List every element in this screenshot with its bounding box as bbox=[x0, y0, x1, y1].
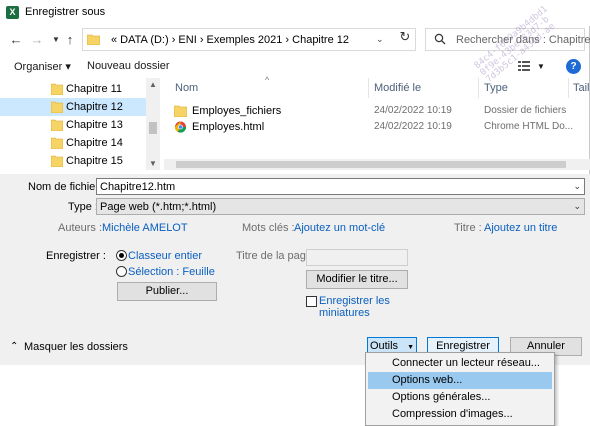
save-options-panel: Nom de fichier : Chapitre12.htm ⌄ Type :… bbox=[0, 174, 590, 365]
filename-label: Nom de fichier : bbox=[28, 181, 106, 193]
file-name: Employes.html bbox=[192, 121, 265, 133]
search-icon bbox=[434, 33, 446, 45]
file-name: Employes_fichiers bbox=[192, 105, 282, 117]
authors-value[interactable]: Michèle AMELOT bbox=[102, 222, 188, 234]
folder-icon bbox=[87, 34, 100, 45]
column-header-name[interactable]: Nom bbox=[175, 82, 198, 94]
organize-button[interactable]: Organiser ▾ bbox=[14, 60, 71, 73]
tree-item-chapitre-12[interactable]: Chapitre 12 bbox=[0, 98, 146, 116]
radio-selection-label[interactable]: Sélection : Feuille bbox=[128, 266, 215, 278]
menu-item-map-network-drive[interactable]: Connecter un lecteur réseau... bbox=[368, 355, 552, 372]
page-title-field[interactable] bbox=[306, 249, 408, 266]
type-label: Type : bbox=[68, 201, 98, 213]
sort-ascending-icon: ^ bbox=[265, 75, 270, 85]
folder-icon bbox=[51, 119, 63, 131]
title-bar: X Enregistrer sous bbox=[0, 0, 590, 26]
folder-tree: Chapitre 11 Chapitre 12 Chapitre 13 Chap… bbox=[0, 78, 160, 170]
refresh-icon[interactable]: ↻ bbox=[394, 26, 416, 48]
excel-icon: X bbox=[6, 6, 19, 19]
tree-scrollbar[interactable]: ▲ ▼ bbox=[146, 78, 160, 170]
chevron-down-icon: ▼ bbox=[407, 344, 415, 351]
file-row[interactable]: Employes.html 24/02/2022 10:19 Chrome HT… bbox=[164, 119, 590, 136]
tree-item-chapitre-14[interactable]: Chapitre 14 bbox=[0, 134, 146, 152]
column-header-size[interactable]: Tail bbox=[573, 82, 590, 94]
menu-item-compress-pictures[interactable]: Compression d'images... bbox=[368, 406, 552, 423]
authors-label: Auteurs : bbox=[58, 222, 103, 234]
file-modified: 24/02/2022 10:19 bbox=[374, 105, 452, 116]
scroll-up-icon[interactable]: ▲ bbox=[149, 80, 157, 89]
tree-item-chapitre-13[interactable]: Chapitre 13 bbox=[0, 116, 146, 134]
menu-item-label: Connecter un lecteur réseau... bbox=[392, 357, 540, 369]
type-value: Page web (*.htm;*.html) bbox=[100, 201, 217, 213]
tools-button-label: Outils bbox=[369, 340, 399, 352]
tree-item-chapitre-11[interactable]: Chapitre 11 bbox=[0, 80, 146, 98]
scroll-down-icon[interactable]: ▼ bbox=[149, 159, 157, 168]
tags-label: Mots clés : bbox=[242, 222, 295, 234]
folder-icon bbox=[51, 137, 63, 149]
chevron-down-icon[interactable]: ⌄ bbox=[573, 181, 581, 192]
file-row[interactable]: Employes_fichiers 24/02/2022 10:19 Dossi… bbox=[164, 103, 590, 120]
change-title-button[interactable]: Modifier le titre... bbox=[306, 270, 408, 289]
breadcrumb[interactable]: « DATA (D:) › ENI › Exemples 2021 › Chap… bbox=[111, 34, 349, 46]
filename-value: Chapitre12.htm bbox=[100, 181, 176, 193]
file-type: Chrome HTML Do... bbox=[484, 121, 574, 132]
tree-item-label: Chapitre 11 bbox=[66, 83, 123, 95]
column-divider[interactable] bbox=[478, 78, 479, 98]
hide-folders-button[interactable]: Masquer les dossiers bbox=[24, 341, 128, 353]
column-divider[interactable] bbox=[368, 78, 369, 98]
menu-item-general-options[interactable]: Options générales... bbox=[368, 389, 552, 406]
address-bar[interactable]: « DATA (D:) › ENI › Exemples 2021 › Chap… bbox=[82, 28, 416, 51]
chrome-icon bbox=[174, 121, 187, 133]
menu-item-label: Options générales... bbox=[392, 391, 491, 403]
folder-icon bbox=[174, 105, 187, 117]
tree-item-chapitre-15[interactable]: Chapitre 15 bbox=[0, 152, 146, 170]
tags-field[interactable]: Ajoutez un mot-clé bbox=[294, 222, 385, 234]
thumbnails-label-line1[interactable]: Enregistrer les bbox=[319, 295, 390, 307]
chevron-up-icon[interactable]: ⌃ bbox=[10, 341, 18, 352]
scrollbar-thumb[interactable] bbox=[149, 122, 157, 134]
tools-menu: Connecter un lecteur réseau... Options w… bbox=[365, 352, 555, 426]
scrollbar-thumb[interactable] bbox=[176, 161, 566, 168]
address-dropdown-icon[interactable]: ⌄ bbox=[376, 34, 384, 45]
file-type: Dossier de fichiers bbox=[484, 105, 567, 116]
tree-item-label: Chapitre 15 bbox=[66, 155, 123, 167]
menu-item-web-options[interactable]: Options web... bbox=[368, 372, 552, 389]
folder-icon bbox=[51, 155, 63, 167]
type-select[interactable]: Page web (*.htm;*.html) ⌄ bbox=[96, 198, 585, 215]
tree-item-label: Chapitre 14 bbox=[66, 137, 123, 149]
new-folder-button[interactable]: Nouveau dossier bbox=[87, 60, 170, 72]
title-label: Titre : bbox=[454, 222, 482, 234]
thumbnails-label-line2[interactable]: miniatures bbox=[319, 307, 370, 319]
up-arrow-icon[interactable]: ↑ bbox=[62, 32, 78, 48]
menu-item-label: Options web... bbox=[392, 374, 463, 386]
radio-selection[interactable] bbox=[116, 266, 127, 277]
forward-arrow-icon[interactable]: → bbox=[29, 32, 45, 48]
radio-workbook-label[interactable]: Classeur entier bbox=[128, 250, 202, 262]
column-header-modified[interactable]: Modifié le bbox=[374, 82, 421, 94]
folder-icon bbox=[51, 83, 63, 95]
chevron-down-icon[interactable]: ⌄ bbox=[573, 201, 581, 212]
filename-field[interactable]: Chapitre12.htm ⌄ bbox=[96, 178, 585, 195]
back-arrow-icon[interactable]: ← bbox=[8, 32, 24, 48]
radio-workbook[interactable] bbox=[116, 250, 127, 261]
thumbnails-checkbox[interactable] bbox=[306, 296, 317, 307]
tree-item-label: Chapitre 13 bbox=[66, 119, 123, 131]
title-field[interactable]: Ajoutez un titre bbox=[484, 222, 557, 234]
menu-item-label: Compression d'images... bbox=[392, 408, 513, 420]
save-scope-label: Enregistrer : bbox=[46, 250, 106, 262]
column-divider[interactable] bbox=[568, 78, 569, 98]
folder-icon bbox=[51, 101, 63, 113]
window-title: Enregistrer sous bbox=[25, 6, 106, 18]
file-list-scrollbar[interactable] bbox=[164, 159, 590, 170]
publish-button[interactable]: Publier... bbox=[117, 282, 217, 301]
file-modified: 24/02/2022 10:19 bbox=[374, 121, 452, 132]
tree-item-label: Chapitre 12 bbox=[66, 101, 123, 113]
